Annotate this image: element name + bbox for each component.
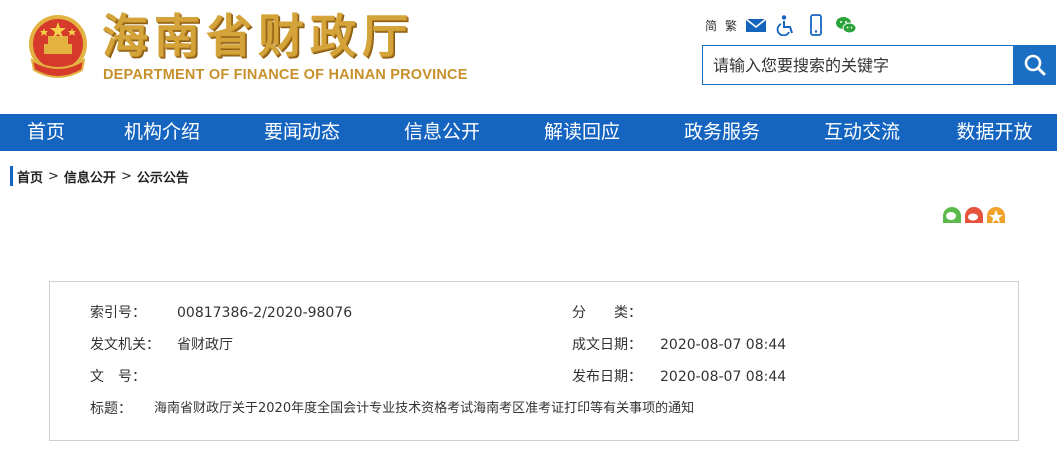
nav-item-about[interactable]: 机构介绍 — [92, 114, 232, 151]
created-date-value: 2020-08-07 08:44 — [660, 337, 787, 353]
breadcrumb-home[interactable]: 首页 — [17, 167, 43, 186]
index-value: 00817386-2/2020-98076 — [177, 305, 353, 321]
national-emblem-icon — [29, 15, 87, 78]
issuer-label: 发文机关： — [90, 337, 160, 353]
breadcrumb-announcements[interactable]: 公示公告 — [137, 167, 189, 186]
info-row-4: 标题： 海南省财政厅关于2020年度全国会计专业技术资格考试海南考区准考证打印等… — [90, 398, 990, 420]
main-nav: 首页 机构介绍 要闻动态 信息公开 解读回应 政务服务 互动交流 数据开放 — [0, 114, 1057, 151]
published-date-label: 发布日期： — [572, 369, 642, 385]
info-row-2: 发文机关： 省财政厅 成文日期： 2020-08-07 08:44 — [90, 334, 990, 356]
search-icon — [1024, 54, 1045, 76]
search-bar — [702, 45, 1056, 85]
index-label: 索引号： — [90, 305, 146, 321]
site-header: 海南省财政厅 DEPARTMENT OF FINANCE OF HAINAN P… — [0, 0, 1057, 114]
wechat-share-icon[interactable] — [943, 207, 961, 223]
doc-number-label: 文 号： — [90, 369, 146, 385]
search-input[interactable] — [702, 45, 1014, 85]
header-tools: 简 繁 — [705, 12, 857, 38]
qzone-share-icon[interactable] — [987, 207, 1005, 223]
published-date-value: 2020-08-07 08:44 — [660, 369, 787, 385]
nav-item-disclosure[interactable]: 信息公开 — [372, 114, 512, 151]
title-label: 标题： — [90, 401, 132, 417]
info-row-1: 索引号： 00817386-2/2020-98076 分 类： — [90, 302, 990, 324]
title-value: 海南省财政厅关于2020年度全国会计专业技术资格考试海南考区准考证打印等有关事项… — [154, 401, 695, 416]
search-button[interactable] — [1013, 45, 1056, 85]
simplified-chinese-link[interactable]: 简 — [705, 17, 717, 34]
nav-item-interpretation[interactable]: 解读回应 — [512, 114, 652, 151]
nav-item-open-data[interactable]: 数据开放 — [932, 114, 1057, 151]
nav-item-home[interactable]: 首页 — [0, 114, 92, 151]
nav-item-interaction[interactable]: 互动交流 — [792, 114, 932, 151]
site-title-en: DEPARTMENT OF FINANCE OF HAINAN PROVINCE — [103, 67, 468, 83]
breadcrumb-separator: > — [120, 168, 132, 184]
accessibility-icon[interactable] — [775, 14, 797, 36]
breadcrumb: 首页 > 信息公开 > 公示公告 — [10, 166, 189, 186]
document-info-box: 索引号： 00817386-2/2020-98076 分 类： 发文机关： 省财… — [49, 281, 1019, 441]
wechat-icon[interactable] — [835, 14, 857, 36]
site-title-cn: 海南省财政厅 — [102, 9, 414, 63]
issuer-value: 省财政厅 — [177, 337, 233, 353]
mail-icon[interactable] — [745, 14, 767, 36]
breadcrumb-separator: > — [48, 168, 59, 184]
breadcrumb-disclosure[interactable]: 信息公开 — [64, 167, 116, 186]
mobile-icon[interactable] — [805, 14, 827, 36]
weibo-share-icon[interactable] — [965, 207, 983, 223]
share-bar — [943, 207, 1005, 223]
nav-item-news[interactable]: 要闻动态 — [232, 114, 372, 151]
created-date-label: 成文日期： — [572, 337, 642, 353]
info-row-3: 文 号： 发布日期： 2020-08-07 08:44 — [90, 366, 990, 388]
nav-item-services[interactable]: 政务服务 — [652, 114, 792, 151]
traditional-chinese-link[interactable]: 繁 — [725, 17, 737, 34]
category-label: 分 类： — [572, 305, 642, 321]
